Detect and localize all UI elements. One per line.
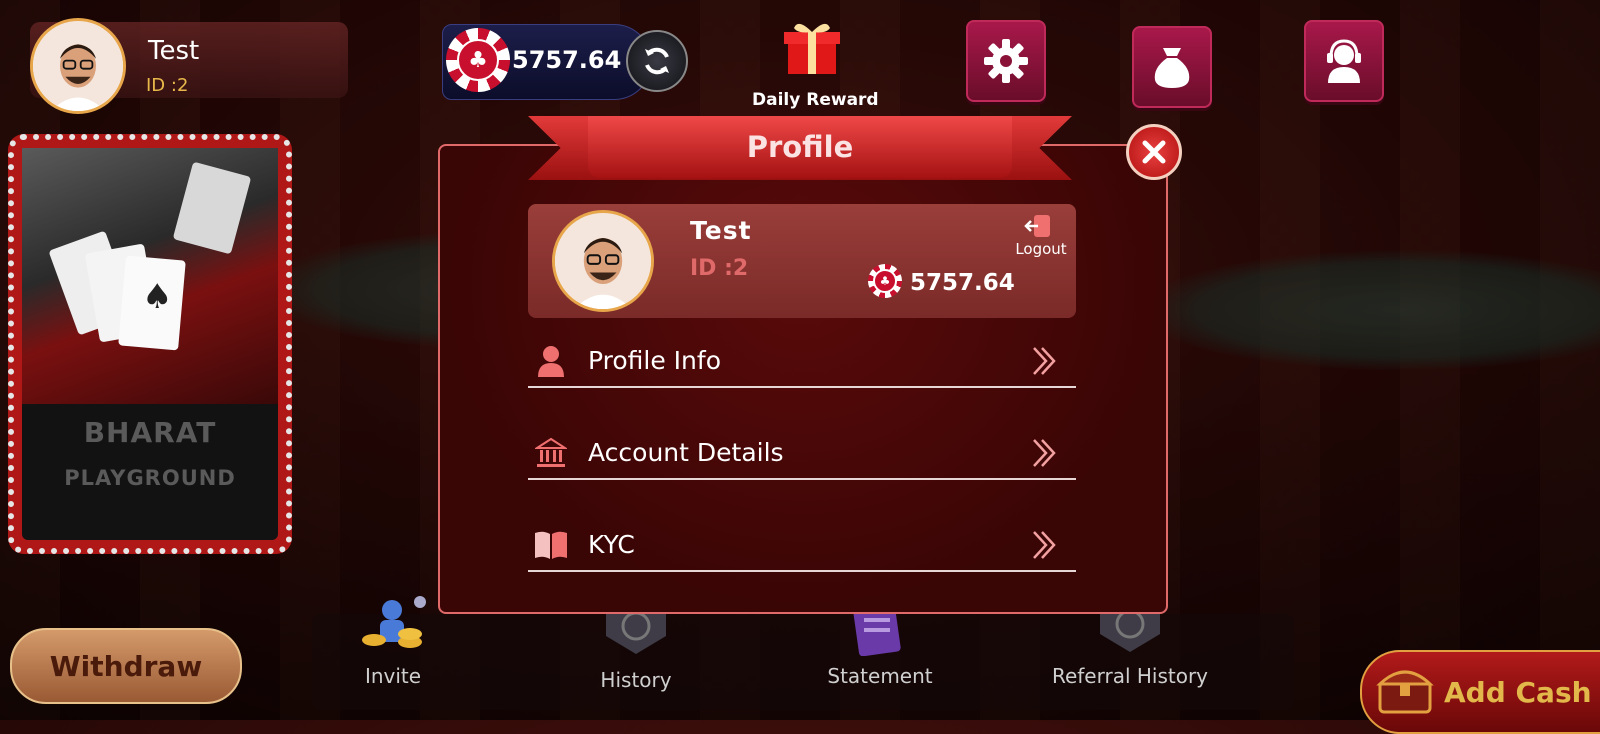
- refresh-icon: [645, 47, 669, 75]
- nav-history[interactable]: History: [576, 668, 696, 692]
- logout-icon[interactable]: [1024, 214, 1052, 238]
- profile-balance: 5757.64: [910, 270, 1015, 296]
- support-button[interactable]: [1304, 20, 1384, 102]
- menu-item-label: Profile Info: [588, 346, 721, 375]
- daily-reward-label[interactable]: Daily Reward: [752, 90, 879, 110]
- balance-amount: 5757.64: [512, 46, 622, 74]
- nav-referral-history[interactable]: Referral History: [1040, 664, 1220, 688]
- chip-icon: ♣: [868, 264, 902, 298]
- bank-icon: [534, 436, 568, 470]
- wallet-bag-button[interactable]: [1132, 26, 1212, 108]
- game-tile-title: BHARAT: [83, 416, 217, 449]
- profile-user-id: ID :2: [690, 256, 749, 281]
- user-avatar[interactable]: [30, 18, 126, 114]
- nav-statement[interactable]: Statement: [810, 664, 950, 688]
- dialog-title: Profile: [746, 130, 854, 164]
- close-icon: [1142, 140, 1166, 164]
- game-tile-subtitle: PLAYGROUND: [64, 466, 236, 490]
- nav-invite[interactable]: Invite: [332, 664, 454, 688]
- avatar-portrait-icon: [33, 21, 123, 111]
- svg-text:♠: ♠: [142, 277, 172, 317]
- user-id: ID :2: [146, 75, 189, 96]
- add-cash-label: Add Cash: [1444, 676, 1592, 709]
- person-icon: [534, 344, 568, 378]
- avatar-portrait-icon: [555, 213, 651, 309]
- profile-avatar[interactable]: [552, 210, 654, 312]
- gear-icon: [984, 39, 1028, 83]
- chevron-right-icon: [1030, 436, 1060, 470]
- refresh-balance-button[interactable]: [626, 30, 688, 92]
- chevron-right-icon: [1030, 528, 1060, 562]
- money-bag-icon: [1154, 48, 1190, 88]
- gift-icon[interactable]: [784, 18, 840, 76]
- withdraw-button[interactable]: Withdraw: [10, 628, 242, 704]
- menu-item-label: KYC: [588, 530, 635, 559]
- user-name: Test: [148, 36, 200, 66]
- chevron-right-icon: [1030, 344, 1060, 378]
- playing-cards-image: ♠: [22, 148, 278, 404]
- treasure-chest-icon: [1376, 664, 1434, 714]
- settings-button[interactable]: [966, 20, 1046, 102]
- chip-icon: ♣: [446, 28, 510, 92]
- book-icon: [534, 528, 568, 562]
- menu-item-label: Account Details: [588, 438, 784, 467]
- invite-icon[interactable]: [352, 596, 434, 658]
- profile-user-name: Test: [690, 216, 752, 245]
- headset-support-icon: [1327, 39, 1361, 83]
- close-dialog-button[interactable]: [1126, 124, 1182, 180]
- logout-button[interactable]: Logout: [1008, 240, 1074, 258]
